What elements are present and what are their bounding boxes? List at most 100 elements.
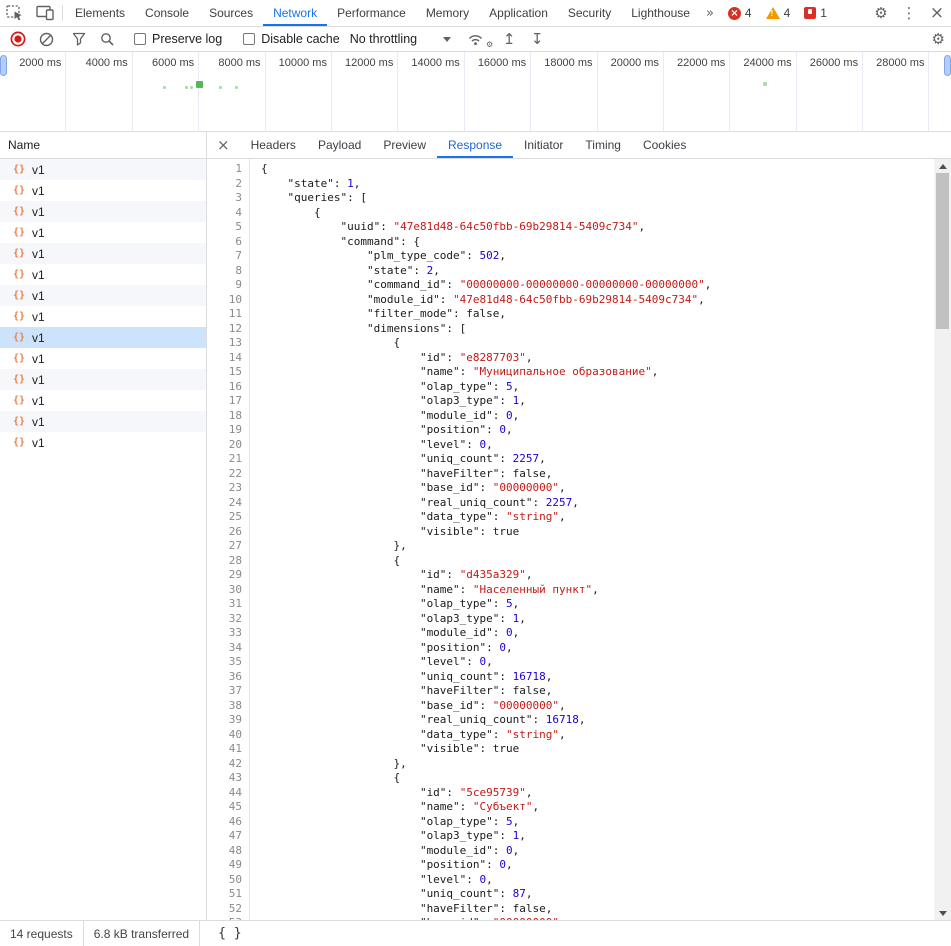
- tab-application[interactable]: Application: [479, 0, 558, 26]
- error-badge[interactable]: × 4: [728, 6, 752, 20]
- request-row[interactable]: {}v1: [0, 411, 206, 432]
- import-har-icon[interactable]: ↥: [495, 32, 523, 47]
- scroll-up-arrow[interactable]: [934, 159, 951, 173]
- timeline-right-handle[interactable]: [944, 55, 951, 76]
- code-line: {: [261, 336, 951, 351]
- request-marker[interactable]: [163, 86, 166, 89]
- timeline-gridline: 12000 ms: [332, 52, 398, 131]
- request-row[interactable]: {}v1: [0, 264, 206, 285]
- response-code[interactable]: { "state": 1, "queries": [ { "uuid": "47…: [250, 159, 951, 920]
- timeline-tick-label: 28000 ms: [863, 52, 928, 69]
- tab-console[interactable]: Console: [135, 0, 199, 26]
- timeline-tick-label: 24000 ms: [730, 52, 795, 69]
- format-json-button[interactable]: { }: [212, 926, 247, 941]
- preserve-log-checkbox[interactable]: Preserve log: [126, 32, 230, 46]
- request-row[interactable]: {}v1: [0, 432, 206, 453]
- kebab-menu-icon[interactable]: ⋮: [895, 4, 923, 22]
- checkbox-box[interactable]: [243, 33, 255, 45]
- detail-tab-payload[interactable]: Payload: [307, 132, 372, 158]
- tab-security[interactable]: Security: [558, 0, 621, 26]
- code-line: "olap_type": 5,: [261, 815, 951, 830]
- request-marker[interactable]: [219, 86, 222, 89]
- request-row[interactable]: {}v1: [0, 369, 206, 390]
- request-row[interactable]: {}v1: [0, 348, 206, 369]
- request-row[interactable]: {}v1: [0, 159, 206, 180]
- code-line: "plm_type_code": 502,: [261, 249, 951, 264]
- name-column-header[interactable]: Name: [0, 132, 206, 159]
- request-row[interactable]: {}v1: [0, 243, 206, 264]
- request-marker[interactable]: [190, 86, 193, 89]
- search-icon[interactable]: [93, 32, 121, 46]
- line-number: 20: [207, 438, 242, 453]
- tab-lighthouse[interactable]: Lighthouse: [621, 0, 700, 26]
- timeline-tick-label: 10000 ms: [266, 52, 331, 69]
- disable-cache-checkbox[interactable]: Disable cache: [235, 32, 348, 46]
- code-line: "data_type": "string",: [261, 728, 951, 743]
- line-number: 40: [207, 728, 242, 743]
- request-row[interactable]: {}v1: [0, 222, 206, 243]
- request-row[interactable]: {}v1: [0, 180, 206, 201]
- export-har-icon[interactable]: ↧: [523, 32, 551, 47]
- request-name: v1: [32, 331, 45, 345]
- detail-tab-preview[interactable]: Preview: [372, 132, 437, 158]
- request-name: v1: [32, 394, 45, 408]
- network-conditions-icon[interactable]: ⚙: [462, 32, 490, 46]
- detail-tab-initiator[interactable]: Initiator: [513, 132, 574, 158]
- code-line: "uniq_count": 87,: [261, 887, 951, 902]
- request-row[interactable]: {}v1: [0, 306, 206, 327]
- checkbox-box[interactable]: [134, 33, 146, 45]
- vertical-scrollbar[interactable]: [934, 159, 951, 920]
- tab-elements[interactable]: Elements: [65, 0, 135, 26]
- code-line: {: [261, 206, 951, 221]
- request-marker[interactable]: [185, 86, 188, 89]
- code-line: "position": 0,: [261, 641, 951, 656]
- timeline-gridline: 8000 ms: [199, 52, 265, 131]
- network-overview-timeline[interactable]: 2000 ms4000 ms6000 ms8000 ms10000 ms1200…: [0, 52, 951, 132]
- code-line: "name": "Субъект",: [261, 800, 951, 815]
- scroll-down-arrow[interactable]: [934, 906, 951, 920]
- tab-performance[interactable]: Performance: [327, 0, 416, 26]
- request-row[interactable]: {}v1: [0, 201, 206, 222]
- inspect-element-icon[interactable]: [0, 0, 30, 26]
- code-line: "module_id": 0,: [261, 844, 951, 859]
- request-detail-panel: × HeadersPayloadPreviewResponseInitiator…: [207, 132, 951, 920]
- issues-icon: [804, 7, 816, 19]
- request-name: v1: [32, 352, 45, 366]
- clear-network-log-icon[interactable]: [32, 32, 60, 47]
- device-toolbar-icon[interactable]: [30, 0, 60, 26]
- record-network-log-button[interactable]: [4, 31, 32, 47]
- close-devtools-icon[interactable]: ×: [923, 3, 951, 23]
- throttling-dropdown[interactable]: No throttling: [348, 32, 457, 46]
- code-line: "base_id": "00000000",: [261, 699, 951, 714]
- timeline-left-handle[interactable]: [0, 55, 7, 76]
- more-tabs-chevron-icon[interactable]: »: [700, 0, 720, 26]
- code-line: "olap3_type": 1,: [261, 394, 951, 409]
- tab-network[interactable]: Network: [263, 0, 327, 26]
- request-row[interactable]: {}v1: [0, 390, 206, 411]
- settings-gear-icon[interactable]: ⚙: [867, 4, 895, 22]
- timeline-gridline: 16000 ms: [465, 52, 531, 131]
- filter-icon[interactable]: [65, 32, 93, 46]
- line-number: 51: [207, 887, 242, 902]
- detail-tab-response[interactable]: Response: [437, 132, 513, 158]
- line-number: 48: [207, 844, 242, 859]
- tab-sources[interactable]: Sources: [199, 0, 263, 26]
- detail-tab-headers[interactable]: Headers: [240, 132, 307, 158]
- line-number: 30: [207, 583, 242, 598]
- close-detail-icon[interactable]: ×: [207, 132, 240, 158]
- line-number: 26: [207, 525, 242, 540]
- line-number: 49: [207, 858, 242, 873]
- detail-tab-timing[interactable]: Timing: [574, 132, 632, 158]
- request-row[interactable]: {}v1: [0, 285, 206, 306]
- warning-badge[interactable]: ! 4: [766, 6, 791, 20]
- code-line: "olap3_type": 1,: [261, 612, 951, 627]
- request-marker[interactable]: [235, 86, 238, 89]
- issues-badge[interactable]: 1: [804, 6, 827, 20]
- request-marker[interactable]: [763, 82, 767, 86]
- detail-tab-cookies[interactable]: Cookies: [632, 132, 697, 158]
- request-row[interactable]: {}v1: [0, 327, 206, 348]
- scrollbar-thumb[interactable]: [936, 173, 949, 329]
- tab-memory[interactable]: Memory: [416, 0, 479, 26]
- request-marker[interactable]: [196, 81, 203, 88]
- network-settings-gear-icon[interactable]: ⚙: [932, 30, 945, 48]
